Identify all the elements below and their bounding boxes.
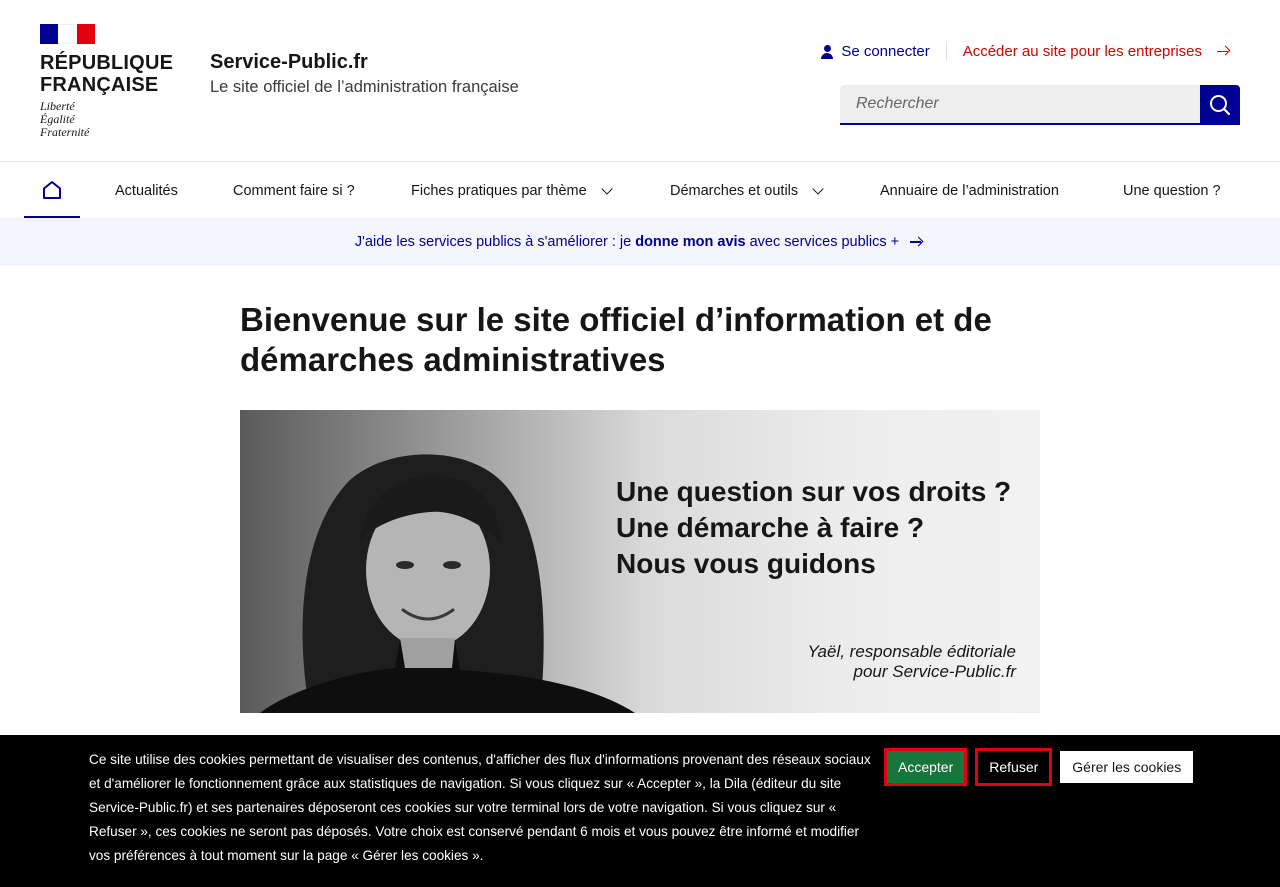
refuse-cookies-button[interactable]: Refuser xyxy=(975,748,1053,786)
republique-francaise-logo[interactable]: RÉPUBLIQUE FRANÇAISE xyxy=(40,52,173,96)
editor-portrait-image xyxy=(240,410,640,713)
business-site-label: Accéder au site pour les entreprises xyxy=(962,43,1202,60)
cookie-buttons: Accepter Refuser Gérer les cookies xyxy=(884,748,1194,786)
feedback-notice-link[interactable]: J'aide les services publics à s'améliore… xyxy=(0,218,1280,266)
hero-headline: Une question sur vos droits ? Une démarc… xyxy=(616,474,1011,582)
nav-item-label: Annuaire de l’administration xyxy=(880,182,1059,199)
motto-fraternite: Fraternité xyxy=(40,125,90,139)
chevron-down-icon xyxy=(601,182,613,195)
nav-item-demarches[interactable]: Démarches et outils xyxy=(670,163,824,218)
user-icon xyxy=(821,44,834,59)
login-link[interactable]: Se connecter xyxy=(805,43,945,60)
cookie-banner: Ce site utilise des cookies permettant d… xyxy=(0,735,1280,887)
search-icon xyxy=(1210,95,1231,116)
nav-home[interactable] xyxy=(24,163,80,218)
chevron-down-icon xyxy=(812,182,824,195)
nav-item-label: Comment faire si ? xyxy=(233,182,355,199)
hero-caption-line-2: pour Service-Public.fr xyxy=(853,662,1016,681)
nav-item-label: Démarches et outils xyxy=(670,182,799,199)
nav-item-label: Fiches pratiques par thème xyxy=(411,182,587,199)
arrow-right-icon xyxy=(1216,46,1232,58)
notice-bold: donne mon avis xyxy=(635,234,746,250)
search-input[interactable] xyxy=(840,85,1200,125)
hero-line-3: Nous vous guidons xyxy=(616,548,876,579)
hero-banner: Une question sur vos droits ? Une démarc… xyxy=(240,410,1040,713)
marianne-logo[interactable] xyxy=(40,24,95,44)
notice-suffix: avec services publics + xyxy=(749,234,900,250)
hero-caption: Yaël, responsable éditoriale pour Servic… xyxy=(807,642,1016,682)
nav-item-actualites[interactable]: Actualités xyxy=(115,163,178,218)
manage-cookies-button[interactable]: Gérer les cookies xyxy=(1060,751,1194,783)
search-bar xyxy=(840,85,1240,125)
site-name-link[interactable]: Service-Public.fr xyxy=(210,51,368,74)
notice-prefix: J'aide les services publics à s'améliore… xyxy=(354,234,632,250)
nav-item-annuaire[interactable]: Annuaire de l’administration xyxy=(880,163,1059,218)
nav-item-comment-faire[interactable]: Comment faire si ? xyxy=(233,163,355,218)
nav-item-question[interactable]: Une question ? xyxy=(1123,163,1221,218)
hero-line-2: Une démarche à faire ? xyxy=(616,512,925,543)
nav-item-label: Actualités xyxy=(115,182,178,199)
nav-item-fiches-pratiques[interactable]: Fiches pratiques par thème xyxy=(411,163,613,218)
site-tagline: Le site officiel de l’administration fra… xyxy=(210,78,519,96)
accept-cookies-button[interactable]: Accepter xyxy=(884,748,968,786)
header-tool-links: Se connecter Accéder au site pour les en… xyxy=(805,43,1240,60)
arrow-right-icon xyxy=(909,236,925,248)
site-header: RÉPUBLIQUE FRANÇAISE Liberté Égalité Fra… xyxy=(0,0,1280,162)
business-site-link[interactable]: Accéder au site pour les entreprises xyxy=(945,43,1240,60)
hero-caption-line-1: Yaël, responsable éditoriale xyxy=(807,642,1016,661)
home-icon xyxy=(43,180,61,199)
page-title: Bienvenue sur le site officiel d’informa… xyxy=(240,301,992,378)
cookie-text: Ce site utilise des cookies permettant d… xyxy=(89,752,871,863)
login-label: Se connecter xyxy=(841,43,930,60)
rf-title-line2: FRANÇAISE xyxy=(40,74,159,96)
rf-title-line1: RÉPUBLIQUE xyxy=(40,52,174,74)
republic-motto: Liberté Égalité Fraternité xyxy=(40,100,89,139)
nav-item-label: Une question ? xyxy=(1123,182,1221,199)
hero-line-1: Une question sur vos droits ? xyxy=(616,476,1012,507)
main-navigation: Actualités Comment faire si ? Fiches pra… xyxy=(0,163,1280,218)
search-button[interactable] xyxy=(1200,85,1240,125)
